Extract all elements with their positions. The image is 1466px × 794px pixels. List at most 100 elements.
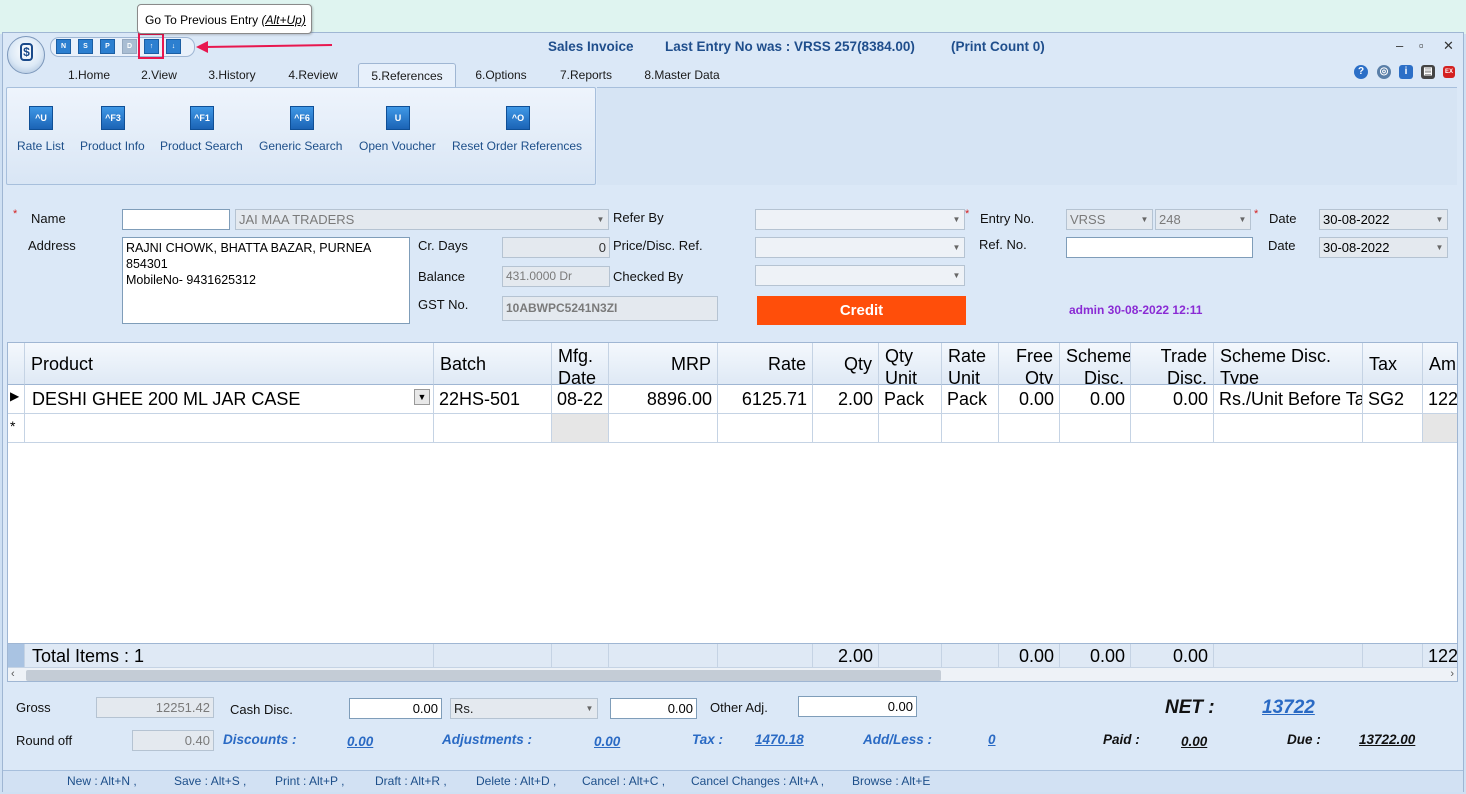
- shortcut-browse[interactable]: Browse : Alt+E: [852, 774, 930, 788]
- col-mfg-date[interactable]: Mfg. Date: [552, 343, 609, 385]
- paid-value[interactable]: 0.00: [1181, 734, 1207, 749]
- col-rate[interactable]: Rate: [718, 343, 813, 385]
- cr-days-input[interactable]: 0: [502, 237, 610, 258]
- net-value[interactable]: 13722: [1262, 697, 1315, 719]
- new-row-mrp[interactable]: [609, 414, 718, 443]
- col-product[interactable]: Product: [25, 343, 434, 385]
- maximize-button[interactable]: ▫: [1419, 38, 1424, 53]
- ref-date-picker[interactable]: 30-08-2022 ▼: [1319, 237, 1448, 258]
- col-trade-disc[interactable]: Trade Disc.: [1131, 343, 1214, 385]
- reset-order-references-icon[interactable]: ^O: [506, 106, 530, 130]
- shortcut-cancel[interactable]: Cancel : Alt+C ,: [582, 774, 665, 788]
- discounts-value[interactable]: 0.00: [347, 734, 373, 749]
- price-disc-ref-select[interactable]: ▼: [755, 237, 965, 258]
- col-rate-unit[interactable]: Rate Unit: [942, 343, 999, 385]
- product-info-icon[interactable]: ^F3: [101, 106, 125, 130]
- reset-order-references-button[interactable]: Reset Order References: [452, 139, 582, 153]
- shortcut-cancel-changes[interactable]: Cancel Changes : Alt+A ,: [691, 774, 824, 788]
- new-row-rate-unit[interactable]: [942, 414, 999, 443]
- cell-batch[interactable]: 22HS-501: [434, 385, 552, 414]
- col-scheme-disc-type[interactable]: Scheme Disc. Type: [1214, 343, 1363, 385]
- tab-options[interactable]: 6.Options: [467, 63, 535, 86]
- address-textarea[interactable]: RAJNI CHOWK, BHATTA BAZAR, PURNEA 854301…: [122, 237, 410, 324]
- party-select[interactable]: JAI MAA TRADERS ▼: [235, 209, 609, 230]
- new-row-free-qty[interactable]: [999, 414, 1060, 443]
- shortcut-print[interactable]: Print : Alt+P ,: [275, 774, 344, 788]
- tab-master-data[interactable]: 8.Master Data: [636, 63, 728, 86]
- shortcut-delete[interactable]: Delete : Alt+D ,: [476, 774, 556, 788]
- product-info-button[interactable]: Product Info: [80, 139, 145, 153]
- ref-no-input[interactable]: [1066, 237, 1253, 258]
- product-dropdown-icon[interactable]: ▼: [414, 389, 430, 405]
- new-row-batch[interactable]: [434, 414, 552, 443]
- generic-search-icon[interactable]: ^F6: [290, 106, 314, 130]
- col-qty-unit[interactable]: Qty Unit: [879, 343, 942, 385]
- print-entry-icon[interactable]: P: [100, 39, 115, 54]
- support-icon[interactable]: ◎: [1377, 65, 1391, 79]
- help-icon[interactable]: ?: [1354, 65, 1368, 79]
- new-row-rate[interactable]: [718, 414, 813, 443]
- tab-review[interactable]: 4.Review: [280, 63, 346, 86]
- new-row-tax[interactable]: [1363, 414, 1423, 443]
- generic-search-button[interactable]: Generic Search: [259, 139, 342, 153]
- product-search-button[interactable]: Product Search: [160, 139, 243, 153]
- scrollbar-thumb[interactable]: [26, 670, 941, 681]
- tab-view[interactable]: 2.View: [133, 63, 185, 86]
- open-voucher-icon[interactable]: U: [386, 106, 410, 130]
- new-entry-icon[interactable]: N: [56, 39, 71, 54]
- col-scheme-disc[interactable]: Scheme Disc.: [1060, 343, 1131, 385]
- credit-button[interactable]: Credit: [757, 296, 966, 325]
- tab-reports[interactable]: 7.Reports: [551, 63, 621, 86]
- add-less-value[interactable]: 0: [988, 732, 996, 747]
- horizontal-scrollbar[interactable]: ‹ ›: [8, 667, 1457, 681]
- cell-rate[interactable]: 6125.71: [718, 385, 813, 414]
- notes-icon[interactable]: ▤: [1421, 65, 1435, 79]
- new-row-scheme-disc[interactable]: [1060, 414, 1131, 443]
- cash-disc-type-select[interactable]: Rs. ▼: [450, 698, 598, 719]
- shortcut-save[interactable]: Save : Alt+S ,: [174, 774, 246, 788]
- new-row-scheme-disc-type[interactable]: [1214, 414, 1363, 443]
- cash-disc-input[interactable]: 0.00: [349, 698, 442, 719]
- cell-rate-unit[interactable]: Pack: [942, 385, 999, 414]
- tab-history[interactable]: 3.History: [201, 63, 263, 86]
- new-row-trade-disc[interactable]: [1131, 414, 1214, 443]
- minimize-button[interactable]: –: [1396, 38, 1403, 53]
- cell-trade-disc[interactable]: 0.00: [1131, 385, 1214, 414]
- scroll-right-icon[interactable]: ›: [1450, 668, 1454, 680]
- delete-entry-icon[interactable]: D: [122, 39, 137, 54]
- app-logo[interactable]: $: [7, 36, 45, 74]
- save-entry-icon[interactable]: S: [78, 39, 93, 54]
- tax-value[interactable]: 1470.18: [755, 732, 804, 747]
- info-icon[interactable]: i: [1399, 65, 1413, 79]
- checked-by-select[interactable]: ▼: [755, 265, 965, 286]
- col-mrp[interactable]: MRP: [609, 343, 718, 385]
- new-row-qty-unit[interactable]: [879, 414, 942, 443]
- entry-series-select[interactable]: VRSS ▼: [1066, 209, 1153, 230]
- rate-list-button[interactable]: Rate List: [17, 139, 64, 153]
- close-button[interactable]: ✕: [1443, 38, 1454, 54]
- shortcut-draft[interactable]: Draft : Alt+R ,: [375, 774, 447, 788]
- cell-amount[interactable]: 1225: [1423, 385, 1457, 414]
- product-search-icon[interactable]: ^F1: [190, 106, 214, 130]
- cell-mrp[interactable]: 8896.00: [609, 385, 718, 414]
- shortcut-new[interactable]: New : Alt+N ,: [67, 774, 137, 788]
- rate-list-icon[interactable]: ^U: [29, 106, 53, 130]
- cell-free-qty[interactable]: 0.00: [999, 385, 1060, 414]
- entry-number-select[interactable]: 248 ▼: [1155, 209, 1251, 230]
- cell-qty[interactable]: 2.00: [813, 385, 879, 414]
- name-input[interactable]: [122, 209, 230, 230]
- cell-scheme-disc-type[interactable]: Rs./Unit Before Ta: [1214, 385, 1363, 414]
- col-batch[interactable]: Batch: [434, 343, 552, 385]
- due-value[interactable]: 13722.00: [1359, 732, 1415, 747]
- adjustments-value[interactable]: 0.00: [594, 734, 620, 749]
- col-qty[interactable]: Qty: [813, 343, 879, 385]
- cash-disc-amount-input[interactable]: 0.00: [610, 698, 697, 719]
- cell-scheme-disc[interactable]: 0.00: [1060, 385, 1131, 414]
- cell-qty-unit[interactable]: Pack: [879, 385, 942, 414]
- col-free-qty[interactable]: Free Qty: [999, 343, 1060, 385]
- col-tax[interactable]: Tax: [1363, 343, 1423, 385]
- tab-home[interactable]: 1.Home: [58, 63, 120, 86]
- next-entry-icon[interactable]: ↓: [166, 39, 181, 54]
- date-picker[interactable]: 30-08-2022 ▼: [1319, 209, 1448, 230]
- refer-by-select[interactable]: ▼: [755, 209, 965, 230]
